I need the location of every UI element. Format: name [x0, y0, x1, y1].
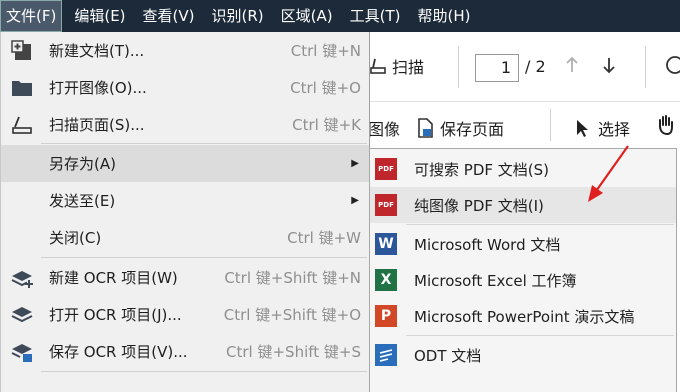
arrow-up-icon: [566, 56, 578, 72]
menu-separator: [41, 143, 367, 144]
select-tool-button[interactable]: 选择: [574, 116, 630, 140]
scanner-icon: [10, 113, 34, 137]
hand-icon: [659, 115, 673, 136]
previous-page-button[interactable]: [565, 56, 579, 74]
menu-item-label: 打开 OCR 项目(J)...: [49, 306, 182, 324]
scanner-icon: [370, 58, 386, 74]
image-button[interactable]: 图像: [368, 116, 400, 140]
scan-label: 扫描: [392, 58, 425, 77]
menu-separator: [41, 371, 367, 372]
menu-item-label: 另存为(A): [49, 155, 116, 173]
menu-item-label: 打开图像(O)...: [49, 79, 147, 97]
menu-area[interactable]: 区域(A): [276, 0, 338, 32]
menu-item-new-ocr-project[interactable]: 新建 OCR 项目(W) Ctrl 键+Shift 键+N: [1, 259, 369, 296]
menu-separator: [406, 224, 674, 225]
menu-item-label: 可搜索 PDF 文档(S): [414, 160, 549, 179]
main-toolbar: 扫描 1 / 2: [370, 32, 680, 102]
odt-icon: [375, 344, 397, 366]
menu-item-word[interactable]: W Microsoft Word 文档: [370, 226, 676, 262]
new-ocr-project-icon: [10, 266, 34, 290]
submenu-arrow-icon: ▶: [351, 195, 359, 206]
excel-icon: X: [375, 269, 397, 291]
menu-edit[interactable]: 编辑(E): [69, 0, 130, 32]
submenu-arrow-icon: ▶: [351, 158, 359, 169]
menu-item-label: 关闭(C): [49, 229, 102, 247]
next-page-button[interactable]: [602, 56, 616, 74]
toolbar-divider: [645, 46, 646, 88]
menu-file[interactable]: 文件(F): [0, 0, 63, 32]
image-label: 图像: [368, 120, 401, 139]
cursor-icon: [577, 120, 588, 137]
menu-item-label: 发送至(E): [49, 192, 116, 210]
menu-item-label: 扫描页面(S)...: [49, 116, 145, 134]
file-menu: 新建文档(T)... Ctrl 键+N 打开图像(O)... Ctrl 键+O …: [0, 32, 370, 392]
menu-item-powerpoint[interactable]: P Microsoft PowerPoint 演示文稿: [370, 298, 676, 334]
open-ocr-project-icon: [10, 303, 34, 327]
powerpoint-icon: P: [375, 305, 397, 327]
menu-item-open-image[interactable]: 打开图像(O)... Ctrl 键+O: [1, 69, 369, 106]
save-page-icon: [418, 118, 433, 138]
menu-item-label: 新建文档(T)...: [49, 42, 145, 60]
hand-tool-button[interactable]: [656, 114, 676, 136]
menu-item-shortcut: Ctrl 键+Shift 键+N: [224, 269, 361, 287]
menu-item-save-ocr-project[interactable]: 保存 OCR 项目(V)... Ctrl 键+Shift 键+S: [1, 333, 369, 370]
menu-help[interactable]: 帮助(H): [412, 0, 475, 32]
menu-item-open-ocr-project[interactable]: 打开 OCR 项目(J)... Ctrl 键+Shift 键+O: [1, 296, 369, 333]
menu-item-shortcut: Ctrl 键+W: [287, 229, 361, 247]
menu-item-scan-page[interactable]: 扫描页面(S)... Ctrl 键+K: [1, 106, 369, 143]
menu-item-label: Microsoft Excel 工作簿: [414, 271, 577, 290]
menu-tools[interactable]: 工具(T): [345, 0, 406, 32]
menu-view[interactable]: 查看(V): [138, 0, 200, 32]
word-icon: W: [375, 233, 397, 255]
menu-item-shortcut: Ctrl 键+K: [292, 116, 361, 134]
at-circle-icon: [666, 56, 680, 74]
page-total: / 2: [525, 57, 546, 76]
menu-item-label: Microsoft PowerPoint 演示文稿: [414, 307, 635, 326]
menu-separator: [406, 335, 674, 336]
menu-item-label: Microsoft Word 文档: [414, 235, 561, 254]
menu-item-shortcut: Ctrl 键+O: [290, 79, 361, 97]
menu-recognize[interactable]: 识别(R): [207, 0, 269, 32]
toolbar-divider: [550, 109, 551, 141]
menu-item-shortcut: Ctrl 键+Shift 键+S: [226, 343, 361, 361]
menu-item-label: 新建 OCR 项目(W): [49, 269, 178, 287]
save-page-label: 保存页面: [440, 120, 505, 139]
menu-item-shortcut: Ctrl 键+Shift 键+O: [223, 306, 361, 324]
pdf-icon: PDF: [375, 194, 397, 216]
menu-item-shortcut: Ctrl 键+N: [290, 42, 361, 60]
zoom-button[interactable]: [664, 54, 680, 76]
menu-item-odt[interactable]: ODT 文档: [370, 337, 676, 373]
annotation-arrow-icon: [588, 145, 629, 202]
save-page-button[interactable]: 保存页面: [416, 116, 504, 140]
menu-item-label: 纯图像 PDF 文档(I): [414, 196, 544, 215]
page-number-input[interactable]: 1: [475, 54, 519, 82]
new-document-icon: [10, 39, 34, 63]
menu-item-label: 保存 OCR 项目(V)...: [49, 343, 188, 361]
arrow-down-icon: [603, 58, 615, 74]
menu-item-excel[interactable]: X Microsoft Excel 工作簿: [370, 262, 676, 298]
open-folder-icon: [10, 76, 34, 100]
menu-item-close[interactable]: 关闭(C) Ctrl 键+W: [1, 219, 369, 256]
menu-item-label: ODT 文档: [414, 346, 482, 365]
select-label: 选择: [598, 120, 631, 139]
menu-item-send-to[interactable]: 发送至(E) ▶: [1, 182, 369, 219]
save-ocr-project-icon: [10, 340, 34, 364]
menubar: 文件(F) 编辑(E) 查看(V) 识别(R) 区域(A) 工具(T) 帮助(H…: [0, 0, 680, 32]
toolbar-divider: [458, 46, 459, 88]
menu-item-new-document[interactable]: 新建文档(T)... Ctrl 键+N: [1, 32, 369, 69]
menu-item-save-as[interactable]: 另存为(A) ▶: [1, 145, 369, 182]
pdf-icon: PDF: [375, 158, 397, 180]
scan-button[interactable]: 扫描: [370, 54, 424, 78]
menu-separator: [41, 257, 367, 258]
